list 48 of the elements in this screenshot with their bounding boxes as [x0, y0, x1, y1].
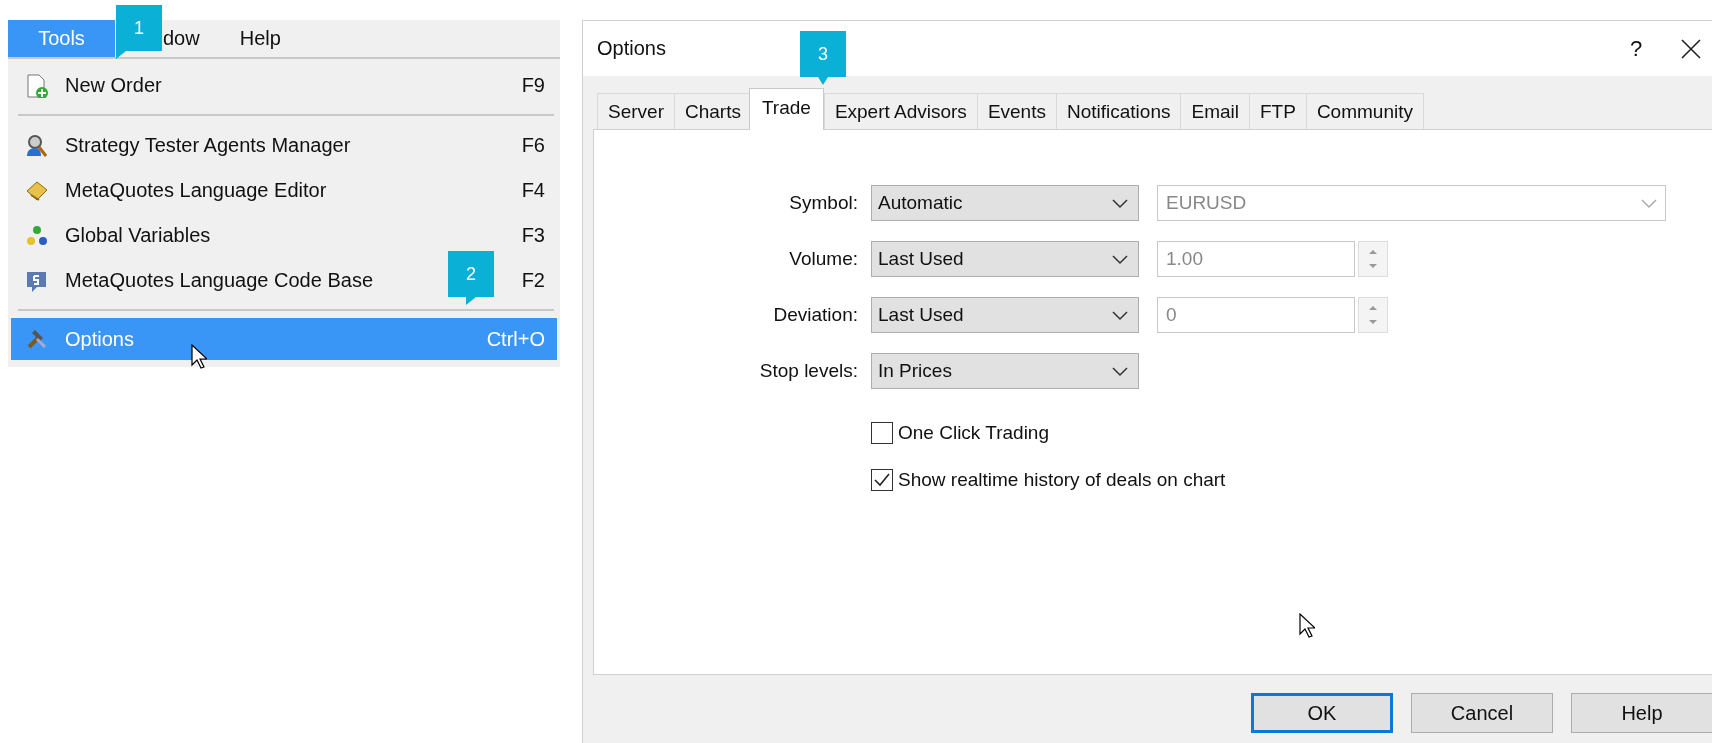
chevron-down-icon [1112, 253, 1128, 265]
field-label: Stop levels: [758, 360, 858, 382]
chevron-down-icon [1112, 309, 1128, 321]
checkbox[interactable] [871, 422, 893, 444]
dropdown[interactable]: Last Used [871, 241, 1139, 277]
close-icon[interactable] [1680, 37, 1702, 60]
spinner-icon[interactable] [1358, 297, 1388, 333]
menu-item[interactable]: New Order [65, 74, 162, 97]
menu-item[interactable]: MetaQuotes Language Code Base [65, 269, 373, 292]
menu-item[interactable]: MetaQuotes Language Editor [65, 179, 327, 202]
shortcut-label: Ctrl+O [486, 327, 545, 351]
document-plus-icon [25, 73, 49, 98]
dropdown[interactable]: In Prices [871, 353, 1139, 389]
spinner-icon[interactable] [1358, 241, 1388, 277]
dialog-button[interactable]: Cancel [1411, 693, 1553, 733]
hammer-wrench-icon [25, 327, 49, 351]
dialog-button[interactable]: Help [1571, 693, 1712, 733]
field-label: Deviation: [772, 304, 858, 326]
field-label: Volume: [788, 248, 858, 270]
tab[interactable]: Server [597, 93, 675, 129]
shortcut-label: F9 [521, 74, 545, 97]
help-button[interactable]: ? [1592, 35, 1680, 62]
tab[interactable]: Expert Advisors [823, 93, 978, 129]
menu-bar-item[interactable]: Help [219, 20, 301, 57]
checkbox-label: One Click Trading [898, 422, 1049, 444]
checkbox-label: Show realtime history of deals on chart [898, 469, 1226, 491]
dropdown[interactable]: Last Used [871, 297, 1139, 333]
menu-item[interactable]: Strategy Tester Agents Manager [65, 134, 351, 157]
cursor-icon [1299, 613, 1315, 639]
magnifier-figure-icon [25, 133, 49, 158]
shortcut-label: F4 [521, 179, 545, 202]
dots-icon [25, 223, 49, 248]
chevron-down-icon [1112, 197, 1128, 209]
field-label: Symbol: [788, 192, 858, 214]
dialog-title: Options [597, 37, 666, 60]
tab[interactable]: Community [1305, 93, 1424, 129]
menu-bar-item[interactable]: dow [163, 20, 200, 57]
shortcut-label: F3 [521, 224, 545, 247]
shortcut-label: F6 [521, 134, 545, 157]
dropdown[interactable]: Automatic [871, 185, 1139, 221]
cursor-icon [191, 344, 207, 370]
dialog-button[interactable]: OK [1251, 693, 1393, 733]
chevron-down-icon [1112, 365, 1128, 377]
checkbox[interactable] [871, 469, 893, 491]
tab[interactable]: Trade [748, 88, 824, 130]
chevron-down-icon [1641, 197, 1657, 209]
menu-item[interactable]: Global Variables [65, 224, 211, 247]
shortcut-label: F2 [521, 269, 545, 292]
